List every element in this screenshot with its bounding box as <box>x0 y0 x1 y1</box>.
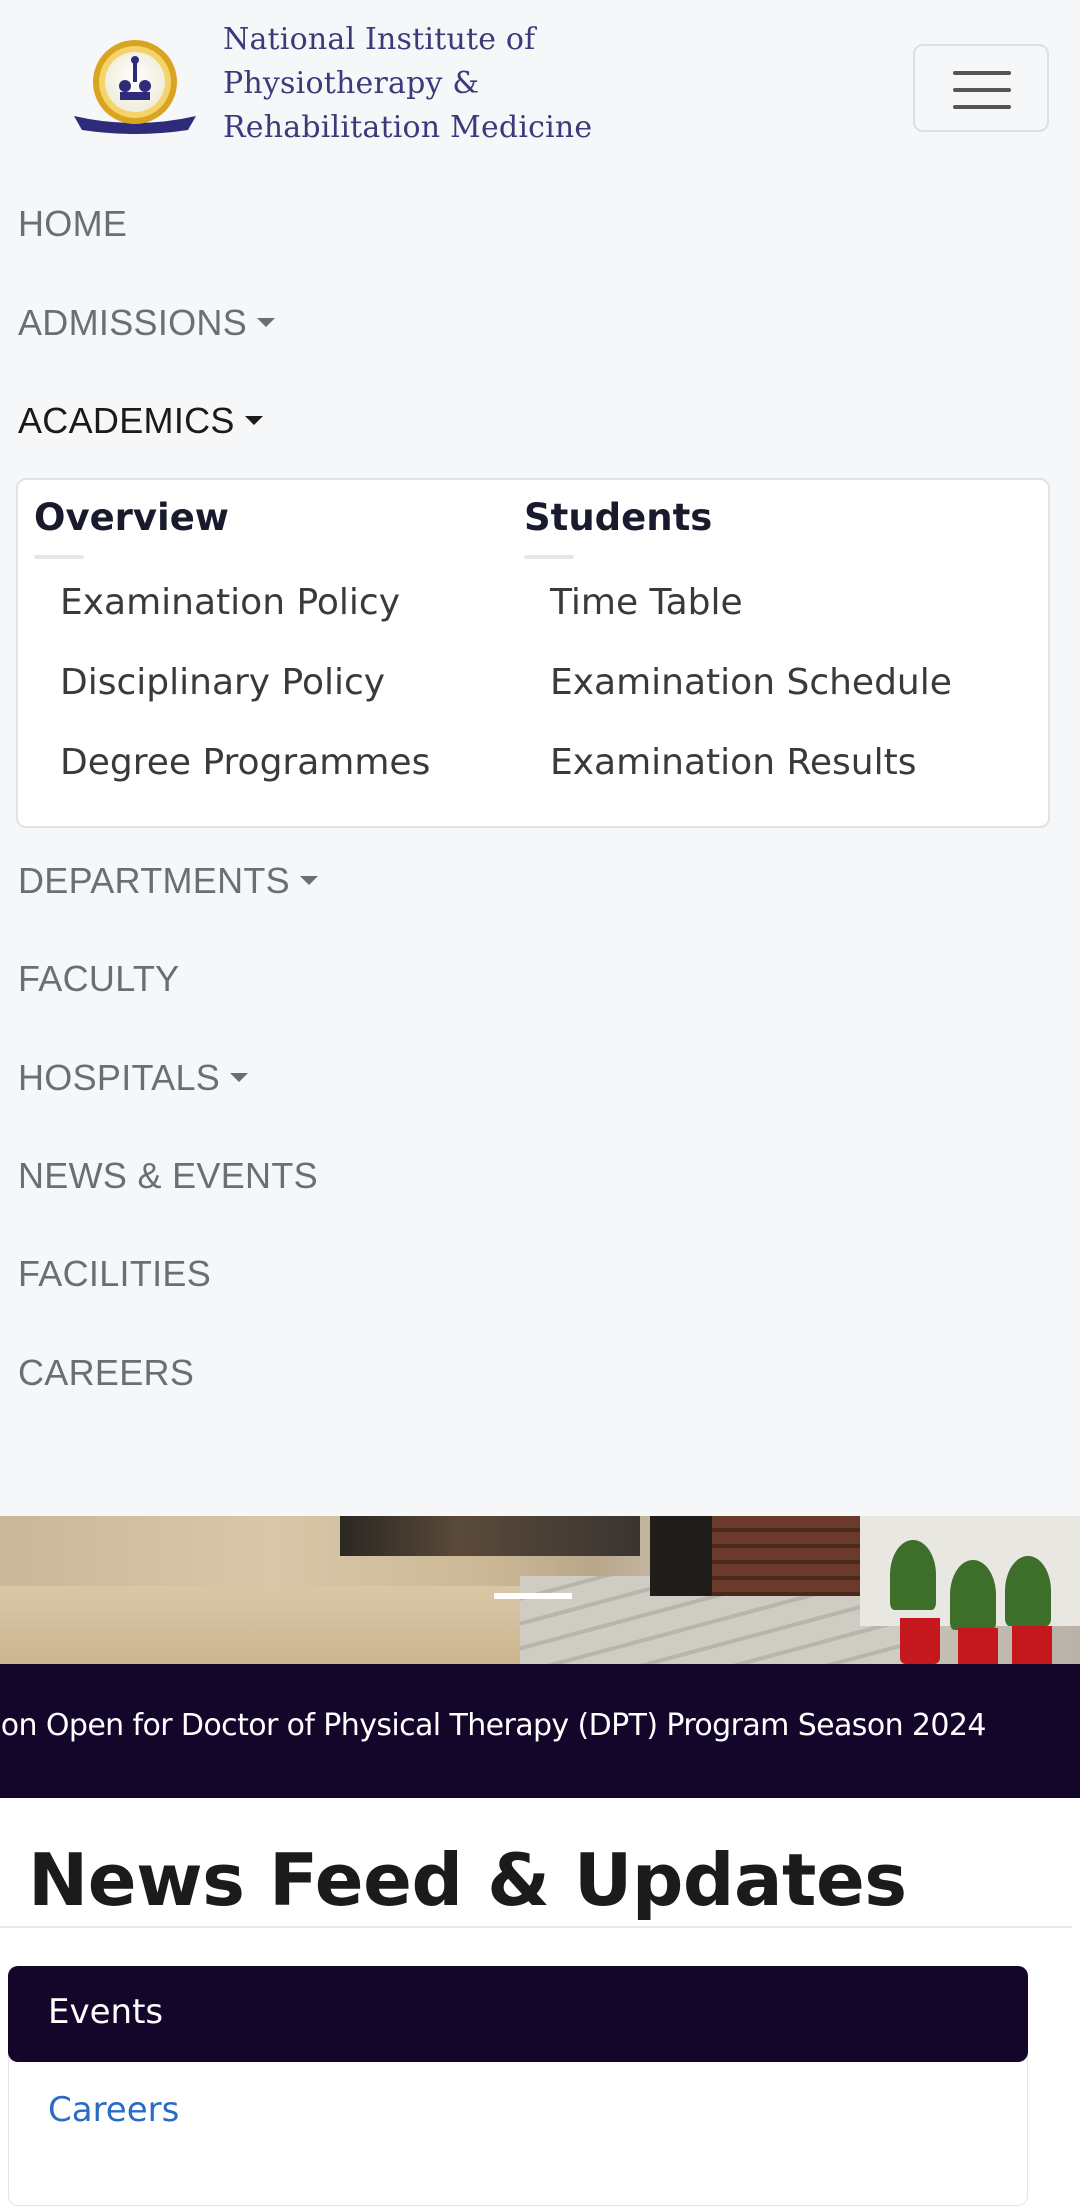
tab-events-label: Events <box>48 1992 164 2032</box>
nav-item-label: FACULTY <box>18 958 180 999</box>
caret-down-icon <box>257 317 276 327</box>
plant-image <box>1005 1556 1051 1626</box>
carousel-image-shadow <box>340 1516 640 1556</box>
brand-line-3: Rehabilitation Medicine <box>223 110 593 145</box>
hamburger-icon-bar <box>953 105 1011 109</box>
nav-item-departments[interactable]: DEPARTMENTS <box>18 860 318 902</box>
hamburger-icon-bar <box>953 88 1011 92</box>
caret-down-icon <box>230 1072 249 1082</box>
navbar-toggler-button[interactable] <box>913 44 1049 132</box>
nav-item-news-events[interactable]: NEWS & EVENTS <box>18 1155 318 1197</box>
pot-image <box>1012 1626 1052 1664</box>
ticker-text: sion Open for Doctor of Physical Therapy… <box>0 1708 986 1743</box>
nav-item-hospitals[interactable]: HOSPITALS <box>18 1057 249 1099</box>
nav-item-label: HOSPITALS <box>18 1057 221 1098</box>
nav-item-label: ADMISSIONS <box>18 302 248 343</box>
nav-item-admissions[interactable]: ADMISSIONS <box>18 302 276 344</box>
nav-item-academics[interactable]: ACADEMICS <box>18 400 263 442</box>
brand-line-2: Physiotherapy & <box>223 66 480 101</box>
pot-image <box>900 1618 940 1664</box>
brand-name[interactable]: National Institute of Physiotherapy & Re… <box>223 18 592 150</box>
nav-item-label: DEPARTMENTS <box>18 860 290 901</box>
hamburger-icon <box>953 71 1011 75</box>
institute-logo[interactable] <box>70 38 200 138</box>
heading-underline <box>524 555 574 559</box>
menu-link-degree-programmes[interactable]: Degree Programmes <box>60 742 430 783</box>
plant-image <box>890 1540 936 1610</box>
menu-link-examination-schedule[interactable]: Examination Schedule <box>550 662 952 703</box>
section-title: News Feed & Updates <box>28 1838 907 1922</box>
menu-link-examination-results[interactable]: Examination Results <box>550 742 916 783</box>
caret-down-icon <box>300 875 318 885</box>
hero-carousel[interactable] <box>0 1516 1080 1664</box>
menu-heading-students: Students <box>524 496 713 539</box>
pot-image <box>958 1628 998 1664</box>
nav-item-label: CAREERS <box>18 1352 195 1393</box>
menu-link-disciplinary-policy[interactable]: Disciplinary Policy <box>60 662 385 703</box>
nav-item-facilities[interactable]: FACILITIES <box>18 1253 211 1295</box>
nav-item-label: ACADEMICS <box>18 400 235 441</box>
nav-item-label: FACILITIES <box>18 1253 212 1294</box>
menu-link-time-table[interactable]: Time Table <box>550 582 743 623</box>
tab-careers[interactable]: Careers <box>48 2090 179 2130</box>
caret-down-icon <box>244 415 263 425</box>
menu-heading-overview: Overview <box>34 496 229 539</box>
nav-item-careers[interactable]: CAREERS <box>18 1352 194 1394</box>
nav-item-home[interactable]: HOME <box>18 203 127 245</box>
carousel-indicator-active[interactable] <box>494 1593 572 1599</box>
heading-underline <box>34 555 84 559</box>
nav-item-label: NEWS & EVENTS <box>18 1155 318 1196</box>
nav-item-faculty[interactable]: FACULTY <box>18 958 179 1000</box>
carousel-image-door-panel <box>712 1516 860 1596</box>
announcement-ticker[interactable]: sion Open for Doctor of Physical Therapy… <box>0 1664 1080 1798</box>
divider <box>0 1926 1072 1928</box>
academics-dropdown-menu: Overview Examination Policy Disciplinary… <box>16 478 1050 828</box>
menu-link-examination-policy[interactable]: Examination Policy <box>60 582 400 623</box>
brand-line-1: National Institute of <box>223 22 536 57</box>
plant-image <box>950 1560 996 1630</box>
nav-item-label: HOME <box>18 203 128 244</box>
